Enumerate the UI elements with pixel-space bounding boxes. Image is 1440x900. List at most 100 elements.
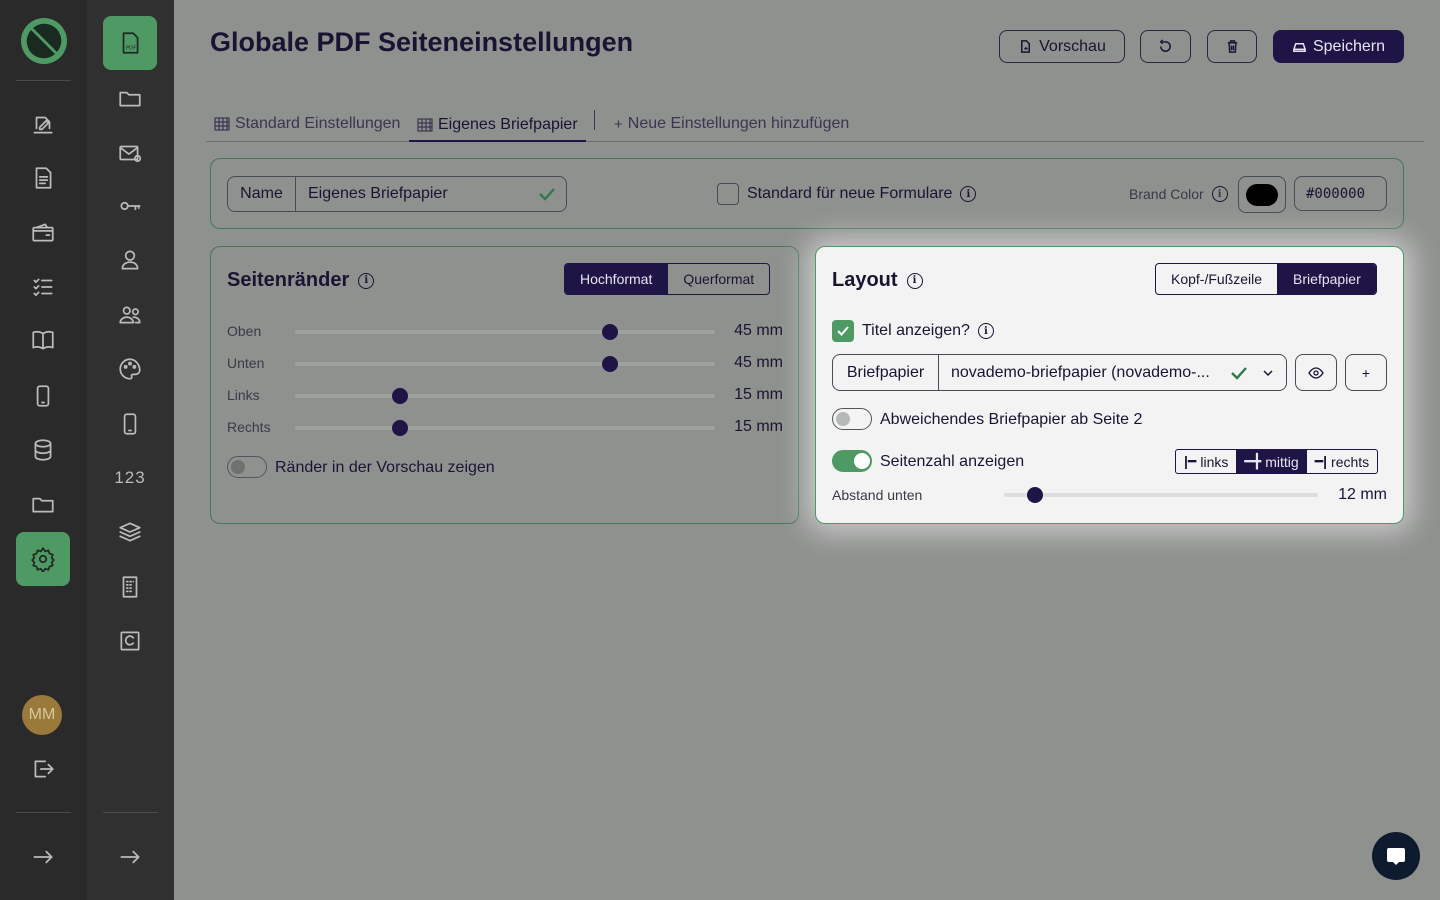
letterhead-select[interactable]: novademo-briefpapier (novademo-... [939, 355, 1286, 390]
layers-icon[interactable] [103, 505, 157, 559]
reset-button[interactable] [1140, 30, 1191, 63]
info-icon[interactable]: i [358, 272, 375, 289]
save-icon [1293, 42, 1306, 52]
page-number-label: Seitenzahl anzeigen [880, 453, 1025, 470]
key-icon[interactable] [103, 179, 157, 233]
tab-label: Neue Einstellungen hinzufügen [627, 115, 850, 132]
orientation-landscape[interactable]: Querformat [667, 264, 769, 294]
name-value: Eigenes Briefpapier [308, 185, 448, 202]
mode-letterhead[interactable]: Briefpapier [1277, 264, 1376, 294]
slider-handle[interactable] [392, 420, 408, 436]
slider-label: Oben [227, 323, 262, 339]
slider-track[interactable] [295, 324, 715, 340]
info-icon[interactable]: i [1211, 186, 1228, 202]
rail-divider [16, 812, 71, 813]
info-icon[interactable]: i [977, 323, 994, 339]
folder-icon[interactable] [103, 71, 157, 125]
layout-title-group: Layout i [832, 269, 923, 292]
preview-button[interactable]: Vorschau [999, 30, 1125, 63]
slider-handle[interactable] [602, 324, 618, 340]
logo-icon[interactable] [21, 18, 67, 64]
check-icon [539, 188, 555, 201]
palette-icon[interactable] [103, 342, 157, 396]
align-right-option[interactable]: ━| rechts [1307, 450, 1377, 473]
expand-icon[interactable] [103, 830, 157, 884]
database-icon[interactable] [16, 423, 70, 477]
brand-color-input[interactable]: #000000 [1294, 176, 1387, 211]
save-button[interactable]: Speichern [1273, 30, 1404, 63]
save-button-label: Speichern [1312, 37, 1386, 55]
svg-text:PDF: PDF [126, 46, 137, 52]
page-title: Globale PDF Seiteneinstellungen [210, 27, 634, 57]
default-checkbox[interactable] [717, 183, 739, 205]
align-left-option[interactable]: |━ links [1176, 450, 1236, 473]
grid-icon [417, 117, 433, 132]
slider-handle[interactable] [602, 356, 618, 372]
show-title-checkbox[interactable] [832, 320, 854, 342]
alt-letterhead-toggle[interactable] [832, 408, 872, 430]
page-number-toggle[interactable] [832, 450, 872, 472]
number-icon[interactable]: 123 [103, 451, 157, 505]
wallet-icon[interactable] [16, 206, 70, 260]
user-icon[interactable] [103, 233, 157, 287]
bottom-distance-track[interactable] [1004, 487, 1318, 503]
mobile-icon[interactable] [103, 397, 157, 451]
brand-color-swatch[interactable] [1238, 176, 1286, 213]
tab-custom-letterhead[interactable]: Eigenes Briefpapier [409, 109, 586, 142]
mobile-icon[interactable] [16, 369, 70, 423]
toggle-knob [231, 460, 245, 474]
margin-slider-left: Links 15 mm [227, 385, 783, 405]
users-icon[interactable] [103, 288, 157, 342]
checklist-icon[interactable] [16, 260, 70, 314]
slider-track[interactable] [295, 388, 715, 404]
mail-icon[interactable] [103, 126, 157, 180]
book-icon[interactable] [16, 313, 70, 367]
brand-color-label-group: Brand Color i [1129, 186, 1228, 202]
settings-icon[interactable] [16, 532, 70, 586]
name-input[interactable]: Eigenes Briefpapier [296, 177, 566, 211]
check-icon [837, 326, 849, 336]
folder-icon[interactable] [16, 477, 70, 531]
slider-track[interactable] [295, 420, 715, 436]
tab-standard[interactable]: Standard Einstellungen [214, 109, 400, 139]
info-icon[interactable]: i [960, 186, 977, 202]
margin-slider-right: Rechts 15 mm [227, 417, 783, 437]
logout-icon[interactable] [16, 742, 70, 796]
expand-icon[interactable] [16, 830, 70, 884]
default-option: Standard für neue Formulare i [717, 183, 977, 205]
tab-add-settings[interactable]: + Neue Einstellungen hinzufügen [614, 109, 849, 139]
option-label: mittig [1265, 453, 1299, 470]
orientation-portrait[interactable]: Hochformat [565, 264, 668, 294]
slider-track[interactable] [295, 356, 715, 372]
main-content: Globale PDF Seiteneinstellungen Vorschau… [174, 0, 1440, 900]
name-field[interactable]: Name Eigenes Briefpapier [227, 176, 567, 212]
page-number-alignment: |━ links ━╋ mittig ━| rechts [1175, 449, 1379, 474]
align-center-option[interactable]: ━╋ mittig [1236, 450, 1307, 473]
letterhead-label: Briefpapier [833, 355, 939, 390]
c-icon[interactable] [103, 614, 157, 668]
show-margins-toggle[interactable] [227, 456, 267, 478]
color-swatch [1246, 183, 1278, 206]
chevron-down-icon [1263, 370, 1273, 377]
slider-handle[interactable] [392, 388, 408, 404]
building-icon[interactable] [103, 560, 157, 614]
margins-card: Seitenränder i Hochformat Querformat Obe… [210, 246, 799, 524]
pdf-icon[interactable]: PDF [103, 16, 157, 70]
toggle-knob [854, 453, 870, 469]
chat-button[interactable] [1372, 832, 1420, 880]
document-icon[interactable] [16, 151, 70, 205]
plus-icon: + [614, 115, 623, 133]
delete-button[interactable] [1207, 30, 1257, 63]
slider-value: 15 mm [734, 418, 783, 435]
info-icon[interactable]: i [906, 272, 923, 289]
preview-letterhead-button[interactable] [1295, 354, 1337, 391]
slider-value: 15 mm [734, 386, 783, 403]
margins-title-group: Seitenränder i [227, 269, 375, 292]
mode-header-footer[interactable]: Kopf-/Fußzeile [1156, 264, 1277, 294]
avatar[interactable]: MM [22, 695, 62, 735]
edit-icon[interactable] [16, 97, 70, 151]
show-margins-label: Ränder in der Vorschau zeigen [275, 459, 495, 476]
tab-divider [594, 110, 595, 130]
add-letterhead-button[interactable]: + [1345, 354, 1387, 391]
slider-handle[interactable] [1027, 487, 1044, 503]
